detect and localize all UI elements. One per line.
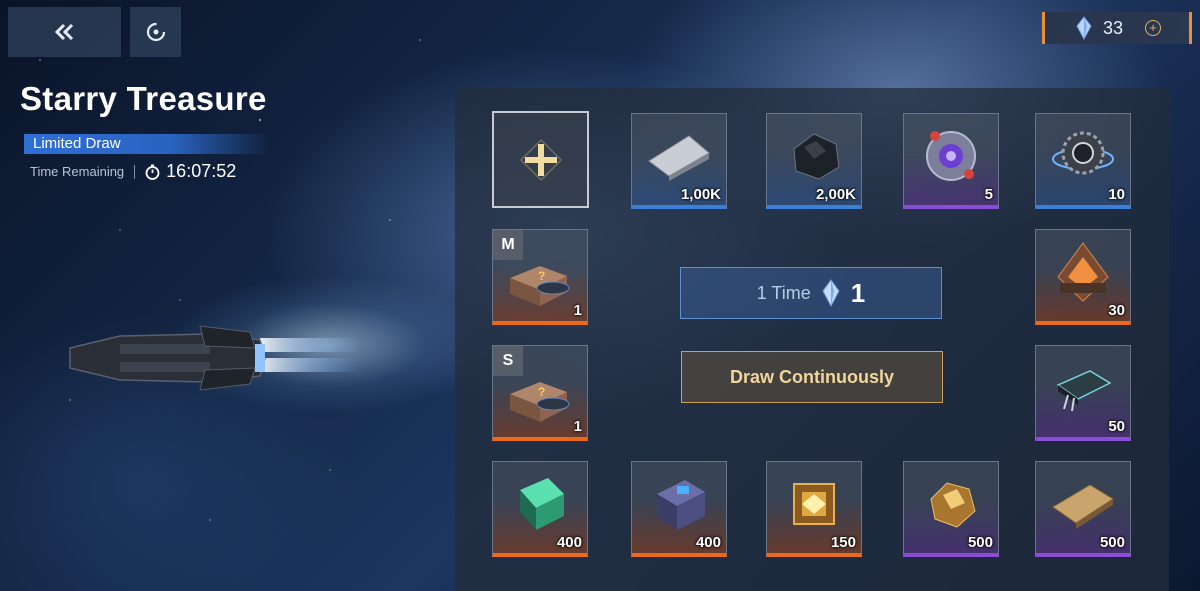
- add-currency-button[interactable]: +: [1145, 20, 1162, 36]
- core-sphere-icon: [926, 130, 976, 181]
- reward-slot-dark-ore[interactable]: 2,00K: [766, 113, 862, 209]
- plus-icon: [519, 138, 562, 181]
- add-selection-slot[interactable]: [492, 111, 589, 208]
- page-title: Starry Treasure: [20, 80, 267, 117]
- item-quantity: 500: [967, 534, 993, 551]
- reward-slot-alloy-plate[interactable]: 1,00K: [631, 113, 727, 209]
- item-quantity: 10: [1108, 186, 1125, 203]
- item-quantity: 2,00K: [815, 186, 856, 203]
- svg-text:?: ?: [538, 269, 545, 283]
- limited-draw-badge: Limited Draw: [24, 134, 269, 154]
- refresh-icon: [146, 22, 165, 42]
- time-remaining-label: Time Remaining: [30, 164, 125, 179]
- item-quantity: 5: [984, 186, 993, 203]
- draw-continuously-label: Draw Continuously: [729, 366, 894, 387]
- item-quantity: 1,00K: [680, 186, 721, 203]
- item-quantity: 400: [556, 534, 582, 551]
- item-quantity: 400: [695, 534, 721, 551]
- gold-nugget-icon: [930, 482, 976, 528]
- item-quantity: 1: [573, 418, 582, 435]
- draw-once-button[interactable]: 1 Time 1: [680, 267, 942, 319]
- supply-crate-icon: ?: [510, 265, 570, 306]
- double-chevron-left-icon: [54, 23, 73, 41]
- blueprint-cube-icon: [657, 479, 705, 530]
- spaceship-image: [69, 325, 360, 391]
- item-quantity: 1: [573, 302, 582, 319]
- dark-ore-icon: [793, 133, 840, 180]
- size-tag: M: [493, 230, 523, 260]
- draw-once-cost: 1: [850, 277, 866, 308]
- time-remaining: Time Remaining 16:07:52: [30, 161, 236, 182]
- divider: [134, 164, 136, 179]
- draw-continuously-button[interactable]: Draw Continuously: [681, 351, 943, 403]
- gear-module-icon: [1052, 131, 1114, 175]
- supply-crate-icon: ?: [510, 381, 570, 422]
- back-button[interactable]: [8, 7, 121, 57]
- crystal-icon: [1076, 16, 1092, 40]
- reward-slot-blueprint-cube[interactable]: 400: [631, 461, 727, 557]
- reward-slot-core-sphere[interactable]: 5: [903, 113, 999, 209]
- item-quantity: 500: [1099, 534, 1125, 551]
- currency-counter: 33 +: [1042, 12, 1192, 44]
- crystal-icon: [822, 279, 840, 307]
- gold-cube-icon: [793, 482, 835, 525]
- currency-amount: 33: [1103, 17, 1124, 38]
- svg-text:?: ?: [538, 385, 545, 399]
- chip-module-icon: [1056, 370, 1112, 412]
- green-crystal-block-icon: [520, 477, 564, 530]
- reward-slot-engine-block[interactable]: 30: [1035, 229, 1131, 325]
- engine-block-icon: [1057, 242, 1109, 302]
- refresh-button[interactable]: [130, 7, 181, 57]
- reward-slot-gold-nugget[interactable]: 500: [903, 461, 999, 557]
- stopwatch-icon: [145, 164, 160, 180]
- item-quantity: 150: [830, 534, 856, 551]
- reward-slot-supply-crate-s[interactable]: S ? 1: [492, 345, 588, 441]
- item-quantity: 30: [1108, 302, 1125, 319]
- alloy-plate-icon: [648, 135, 710, 181]
- countdown-timer: 16:07:52: [166, 161, 237, 181]
- gold-plate-icon: [1052, 484, 1114, 529]
- draw-once-label: 1 Time: [756, 282, 811, 303]
- reward-slot-gold-plate[interactable]: 500: [1035, 461, 1131, 557]
- reward-slot-gear-module[interactable]: 10: [1035, 113, 1131, 209]
- item-quantity: 50: [1108, 418, 1125, 435]
- reward-slot-chip-module[interactable]: 50: [1035, 345, 1131, 441]
- reward-slot-green-crystal-block[interactable]: 400: [492, 461, 588, 557]
- size-tag: S: [493, 346, 523, 376]
- reward-slot-supply-crate-m[interactable]: M ? 1: [492, 229, 588, 325]
- reward-slot-gold-cube[interactable]: 150: [766, 461, 862, 557]
